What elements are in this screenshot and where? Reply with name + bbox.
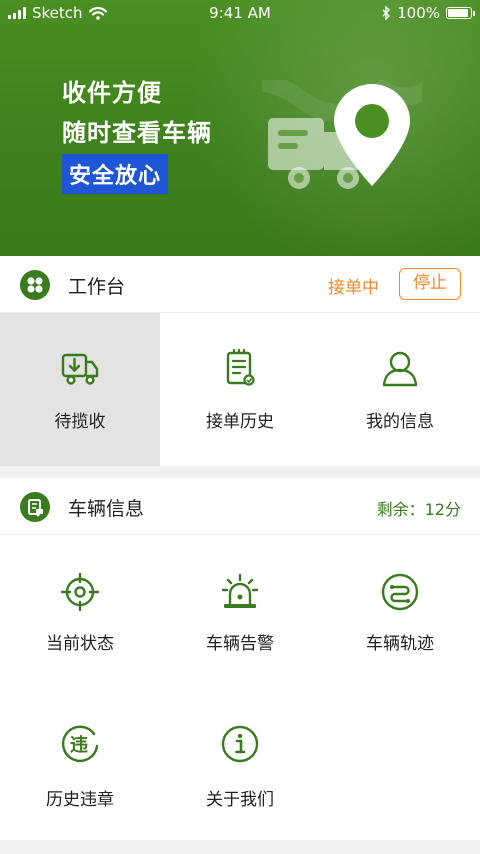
tile-my-info[interactable]: 我的信息: [320, 313, 480, 466]
tile-vehicle-track[interactable]: 车辆轨迹: [320, 535, 480, 685]
user-icon: [380, 348, 420, 388]
banner-line-2: 随时查看车辆: [62, 119, 212, 147]
tile-label: 待揽收: [54, 412, 106, 432]
workbench-section: 工作台 接单中 停止 待揽收 接单历史 我的信息: [0, 256, 480, 466]
tile-label: 车辆轨迹: [366, 634, 434, 654]
workbench-title: 工作台: [68, 276, 126, 298]
hero-banner: Sketch 9:41 AM 100% 收件方便 随时查看车辆 安全放心: [0, 0, 480, 256]
tile-label: 历史违章: [46, 790, 114, 810]
delivery-truck-pin-illustration: [262, 80, 422, 189]
vehicle-title: 车辆信息: [68, 498, 145, 520]
alarm-light-icon: [220, 572, 260, 612]
target-icon: [60, 572, 100, 612]
workbench-header: 工作台 接单中 停止: [0, 256, 480, 313]
clipboard-icon: [220, 348, 260, 388]
tile-vehicle-alarm[interactable]: 车辆告警: [160, 535, 320, 685]
truck-download-icon: [60, 348, 100, 388]
tile-label: 我的信息: [366, 412, 434, 432]
remaining-time: 剩余：12分: [376, 500, 461, 519]
battery-percent: 100%: [397, 4, 440, 22]
banner-line-1: 收件方便: [62, 79, 162, 107]
tile-current-status[interactable]: 当前状态: [0, 535, 160, 685]
tile-about-us[interactable]: 关于我们: [160, 685, 320, 840]
tile-label: 当前状态: [46, 634, 114, 654]
tile-label: 车辆告警: [206, 634, 274, 654]
order-status: 接单中: [328, 278, 379, 298]
route-icon: [380, 572, 420, 612]
tile-history-violations[interactable]: 违 历史违章: [0, 685, 160, 840]
tile-label: 接单历史: [206, 412, 274, 432]
tile-pending-pickup[interactable]: 待揽收: [0, 313, 160, 466]
banner-badge: 安全放心: [62, 154, 169, 194]
app-screen: Sketch 9:41 AM 100% 收件方便 随时查看车辆 安全放心 工作台…: [0, 0, 480, 854]
grid-icon: [20, 270, 50, 300]
info-icon: [220, 724, 260, 764]
battery-icon: [446, 7, 475, 19]
tile-label: 关于我们: [206, 790, 274, 810]
stop-button[interactable]: 停止: [399, 268, 461, 300]
tile-order-history[interactable]: 接单历史: [160, 313, 320, 466]
vehicle-header: 车辆信息 剩余：12分: [0, 478, 480, 535]
svg-text:违: 违: [70, 734, 88, 756]
violation-icon: 违: [60, 724, 100, 764]
bluetooth-icon: [382, 6, 391, 20]
vehicle-section: 车辆信息 剩余：12分 当前状态 车辆告警 车辆轨迹 违 历史违章 关于我们: [0, 478, 480, 840]
vehicle-info-icon: [20, 492, 50, 522]
status-bar: Sketch 9:41 AM 100%: [0, 0, 480, 28]
